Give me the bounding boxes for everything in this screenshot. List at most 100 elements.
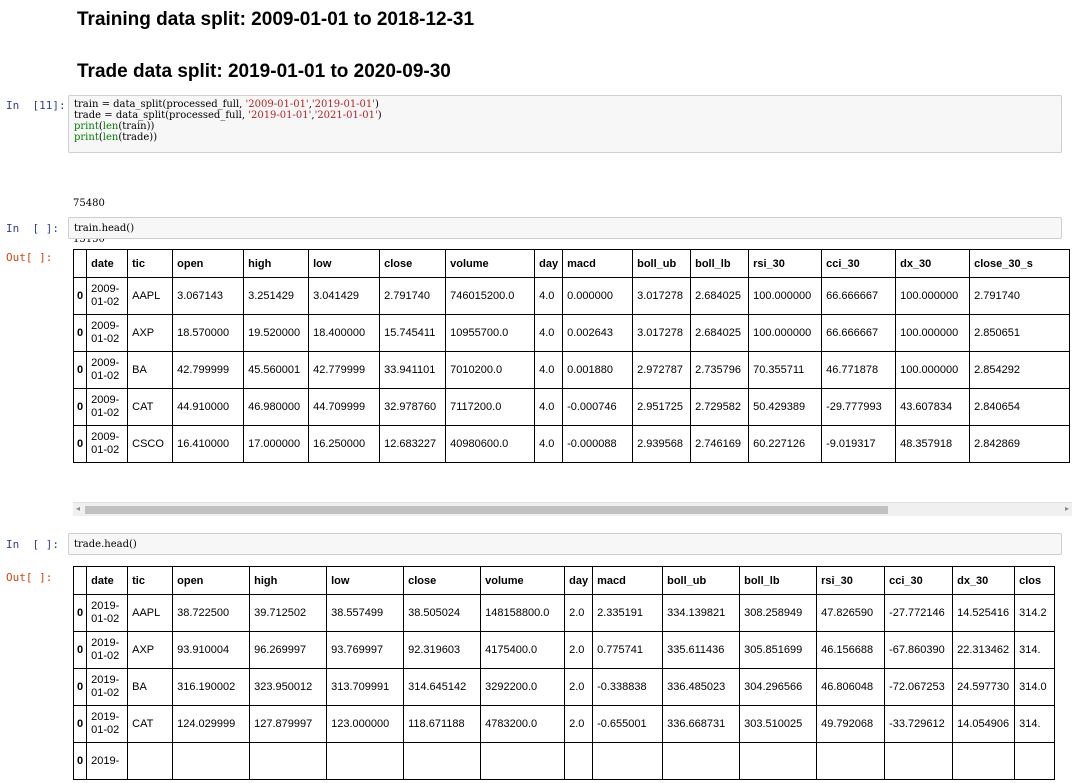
column-header: close: [403, 566, 482, 595]
table-row: 0 2019-01-02 BA 316.190002 323.950012 313.709…: [73, 668, 1056, 706]
column-header: close: [379, 249, 447, 278]
table-cell: [1014, 742, 1056, 780]
table-cell: 12.683227: [379, 425, 447, 463]
table-cell: 2009-01-02: [86, 351, 129, 389]
column-header: volume: [445, 249, 536, 278]
code-token: ): [377, 110, 382, 121]
table-cell: [480, 742, 566, 780]
column-header: tic: [127, 566, 174, 595]
table-cell: 22.313462: [952, 631, 1016, 669]
table-cell: 2.972787: [632, 351, 692, 389]
code-token: train = data_split(processed_full,: [74, 99, 246, 110]
table-cell: 60.227126: [748, 425, 823, 463]
code-cell-train-head[interactable]: train.head(): [68, 217, 1062, 239]
table-row: 0 2019-01-02 AAPL 38.722500 39.712502 38.5574…: [73, 594, 1056, 632]
column-header: date: [86, 566, 129, 595]
column-header: high: [243, 249, 310, 278]
code-cell-11[interactable]: train = data_split(processed_full, '2009…: [68, 95, 1062, 153]
table-cell: 148158800.0: [480, 594, 566, 632]
table-cell: [739, 742, 818, 780]
table-cell: 314.0: [1014, 668, 1056, 706]
table-cell: [662, 742, 741, 780]
table-cell: CAT: [127, 705, 174, 743]
table-cell: 127.879997: [249, 705, 328, 743]
table-cell: 16.250000: [308, 425, 381, 463]
table-cell: 93.769997: [326, 631, 405, 669]
table-cell: 2019-01-02: [86, 668, 129, 706]
column-header: clos: [1014, 566, 1056, 595]
table-header-row: date tic open high low close volume day macd boll…: [73, 566, 1056, 595]
table-cell: -0.655001: [592, 705, 664, 743]
table-cell: 2.842869: [969, 425, 1071, 463]
horizontal-scrollbar[interactable]: ◂ ▸: [73, 502, 1072, 516]
heading-training-split: Training data split: 2009-01-01 to 2018-…: [77, 9, 475, 30]
table-cell: 18.400000: [308, 314, 381, 352]
table-cell: 2.939568: [632, 425, 692, 463]
table-cell: 14.525416: [952, 594, 1016, 632]
table-cell: [127, 742, 174, 780]
table-cell: -0.000746: [562, 388, 634, 426]
table-cell: 39.712502: [249, 594, 328, 632]
table-cell: 3.041429: [308, 277, 381, 315]
table-cell: AAPL: [127, 594, 174, 632]
code-line: trade.head(): [74, 539, 137, 550]
table-cell: 3.251429: [243, 277, 310, 315]
column-header: open: [172, 566, 251, 595]
table-cell: [564, 742, 594, 780]
table-cell: -29.777993: [821, 388, 897, 426]
column-header: [73, 249, 88, 278]
scroll-right-icon[interactable]: ▸: [1065, 504, 1069, 513]
trade-dataframe: date tic open high low close volume day macd boll…: [73, 566, 1072, 783]
input-prompt-trade-head: In [ ]:: [6, 538, 59, 551]
table-cell: 2.729582: [690, 388, 750, 426]
column-header: cci_30: [884, 566, 954, 595]
table-cell: 2.0: [564, 705, 594, 743]
column-header: dx_30: [895, 249, 971, 278]
table-cell: 746015200.0: [445, 277, 536, 315]
table-cell: 24.597730: [952, 668, 1016, 706]
table-cell: 43.607834: [895, 388, 971, 426]
table-cell: 3.017278: [632, 277, 692, 315]
table-cell: 0.001880: [562, 351, 634, 389]
table-cell: 18.570000: [172, 314, 245, 352]
column-header: rsi_30: [816, 566, 886, 595]
code-token: (trade)): [118, 132, 158, 143]
scrollbar-thumb[interactable]: [85, 506, 888, 514]
table-cell: 335.611436: [662, 631, 741, 669]
table-cell: 124.029999: [172, 705, 251, 743]
table-cell: 323.950012: [249, 668, 328, 706]
train-dataframe: date tic open high low close volume day macd boll…: [73, 249, 1072, 500]
table-cell: [816, 742, 886, 780]
code-token: len: [102, 132, 119, 143]
code-cell-trade-head[interactable]: trade.head(): [68, 533, 1062, 555]
table-cell: -27.772146: [884, 594, 954, 632]
table-cell: 44.910000: [172, 388, 245, 426]
scroll-left-icon[interactable]: ◂: [76, 504, 80, 513]
column-header: high: [249, 566, 328, 595]
table-cell: 303.510025: [739, 705, 818, 743]
table-cell: [403, 742, 482, 780]
table-cell: 4.0: [534, 277, 564, 315]
table-cell: 2019-01-02: [86, 705, 129, 743]
column-header: volume: [480, 566, 566, 595]
row-index: 0: [73, 425, 88, 463]
table-cell: 336.668731: [662, 705, 741, 743]
table-cell: 100.000000: [895, 314, 971, 352]
column-header: date: [86, 249, 129, 278]
table-cell: 15.745411: [379, 314, 447, 352]
table-row: 0 2009-01-02 BA 42.799999 45.560001 42.779999…: [73, 351, 1071, 389]
table-cell: 4175400.0: [480, 631, 566, 669]
table-cell: 2009-01-02: [86, 425, 129, 463]
table-cell: AXP: [127, 631, 174, 669]
table-row: 0 2009-01-02 CSCO 16.410000 17.000000 16.2500…: [73, 425, 1071, 463]
table-cell: 2009-01-02: [86, 388, 129, 426]
table-cell: 2.0: [564, 594, 594, 632]
table-row: 0 2019-: [73, 742, 1056, 780]
column-header: tic: [127, 249, 174, 278]
table-cell: 66.666667: [821, 314, 897, 352]
table-cell: 38.505024: [403, 594, 482, 632]
table-cell: 44.709999: [308, 388, 381, 426]
table-cell: 2019-: [86, 742, 129, 780]
code-token: '2019-01-01': [248, 110, 312, 121]
code-line: train.head(): [74, 223, 135, 234]
